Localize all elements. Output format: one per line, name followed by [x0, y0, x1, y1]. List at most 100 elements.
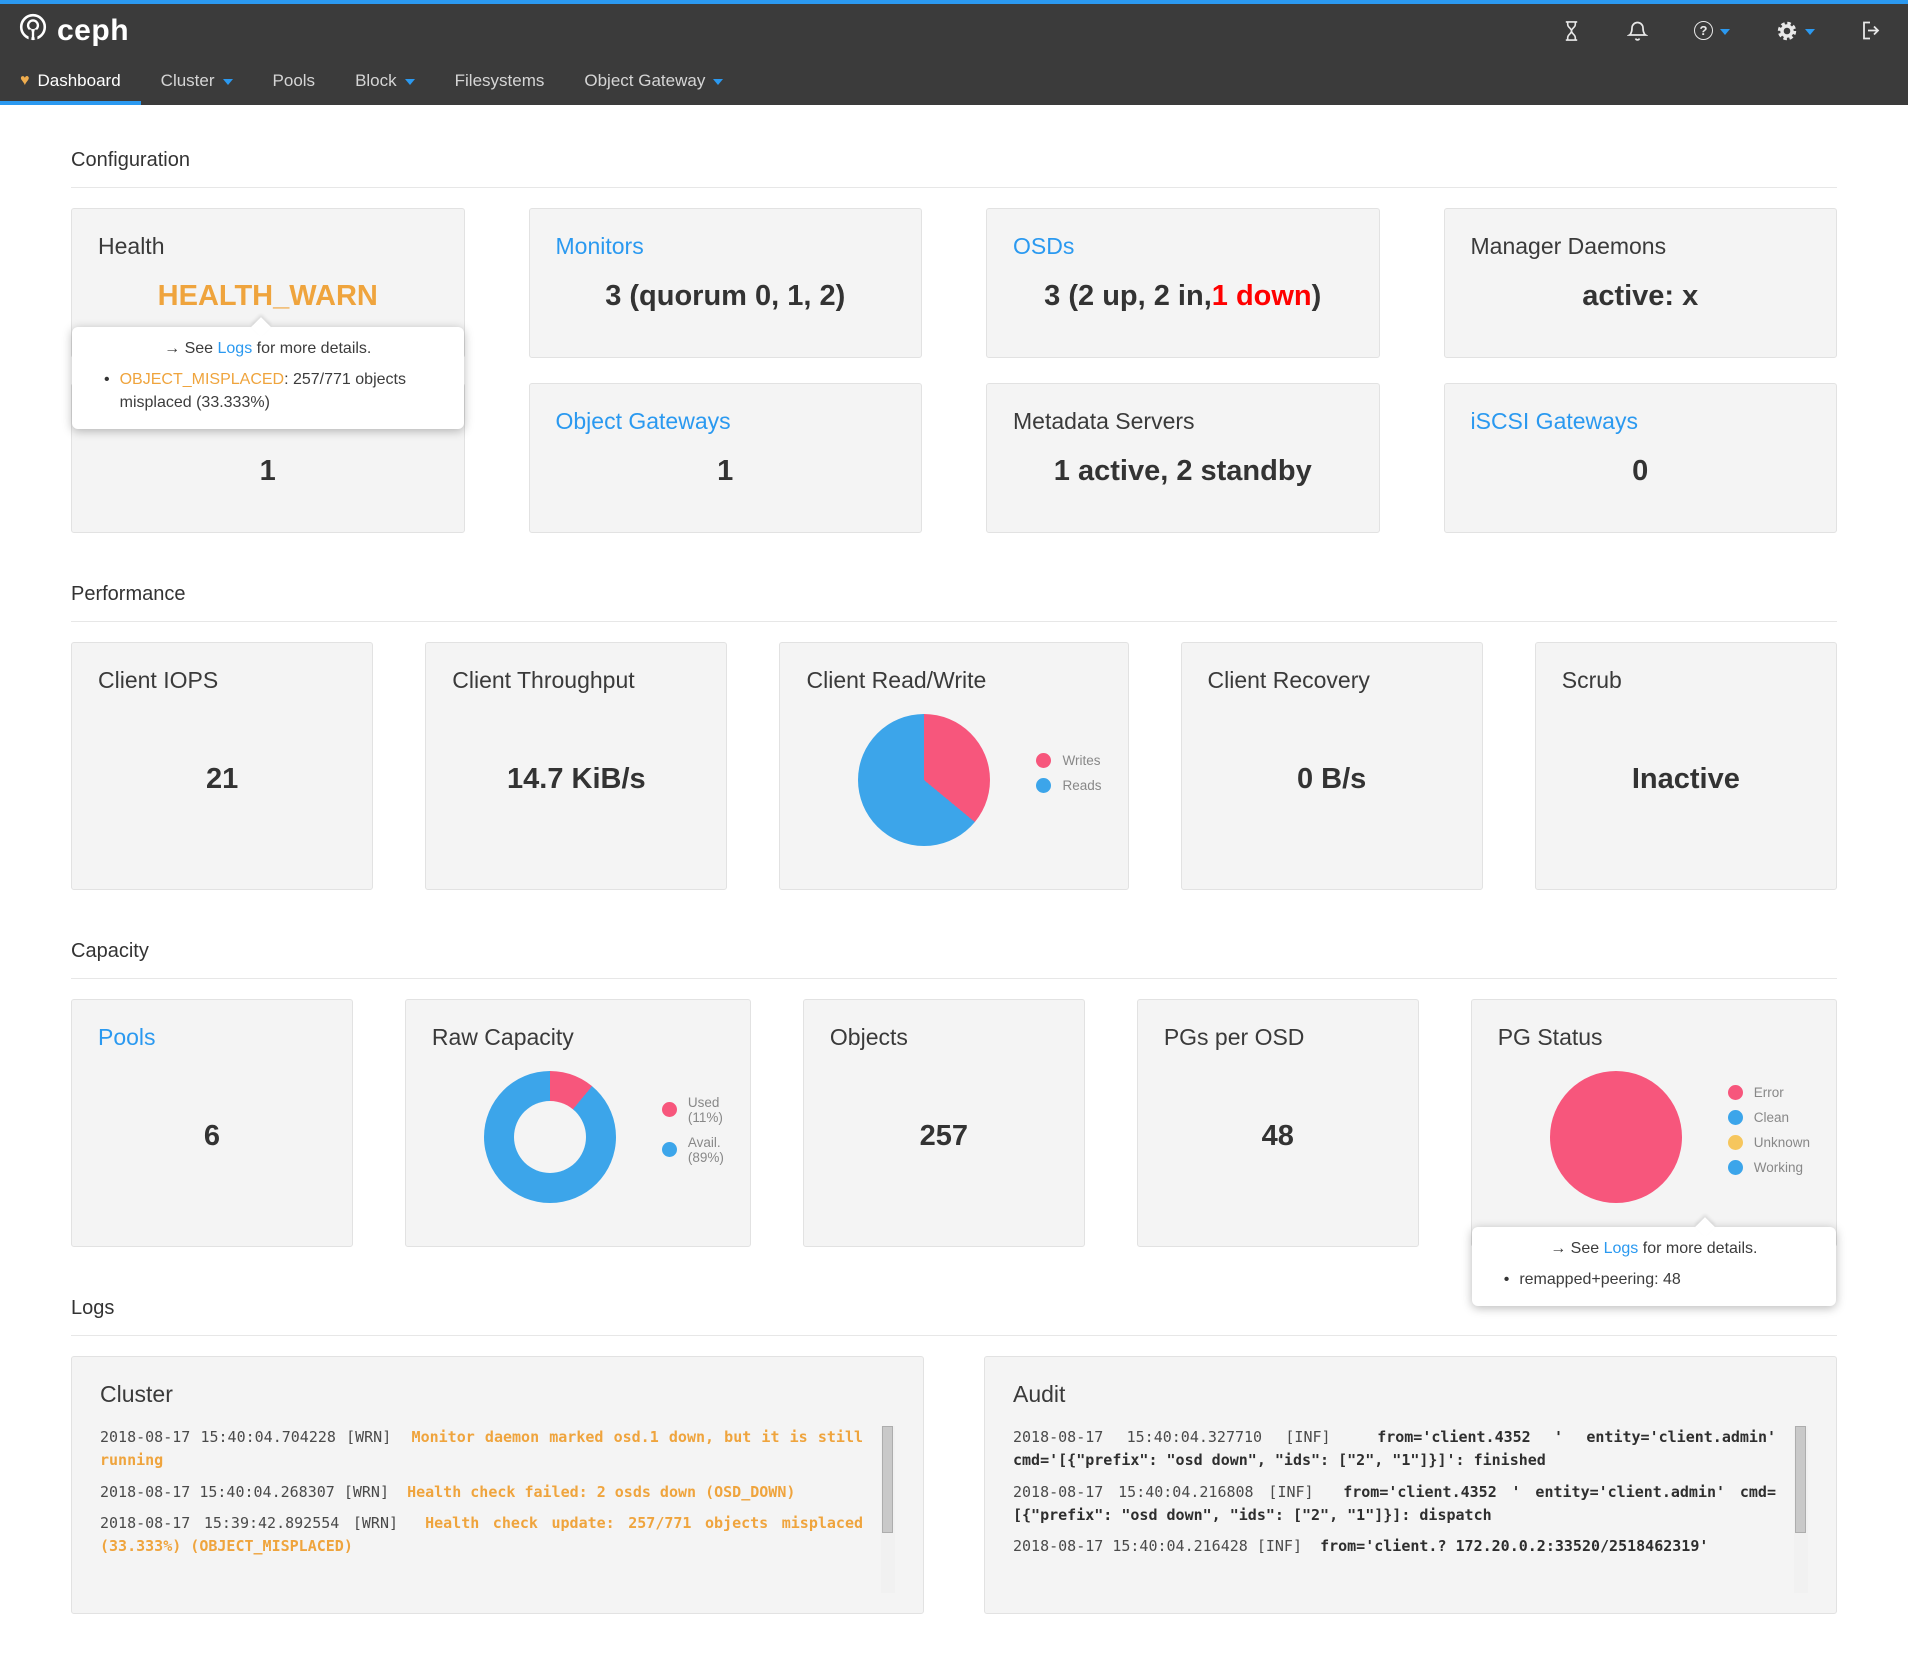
- nav-item-pools[interactable]: Pools: [253, 57, 336, 105]
- client-recovery-value: 0 B/s: [1208, 694, 1456, 865]
- card-iscsi-gateways: iSCSI Gateways 0: [1444, 383, 1838, 533]
- card-monitors: Monitors 3 (quorum 0, 1, 2): [529, 208, 923, 358]
- logs-link[interactable]: Logs: [1604, 1240, 1639, 1257]
- card-title-monitors[interactable]: Monitors: [556, 233, 896, 260]
- pg-status-pie-chart: [1550, 1071, 1682, 1203]
- nav-item-filesystems[interactable]: Filesystems: [435, 57, 565, 105]
- card-title-iscsi-gateways[interactable]: iSCSI Gateways: [1471, 408, 1811, 435]
- nav-item-cluster[interactable]: Cluster: [141, 57, 253, 105]
- audit-log-title: Audit: [1013, 1381, 1808, 1408]
- hosts-value: 1: [98, 435, 438, 508]
- help-icon[interactable]: ?: [1694, 21, 1730, 40]
- nav-item-block[interactable]: Block: [335, 57, 435, 105]
- scrollbar-thumb[interactable]: [882, 1426, 893, 1533]
- gear-icon[interactable]: [1776, 20, 1815, 42]
- logs-link[interactable]: Logs: [218, 340, 253, 357]
- audit-log-body: 2018-08-17 15:40:04.327710 [INF] from='c…: [1013, 1426, 1808, 1593]
- unknown-legend-dot: [1728, 1135, 1743, 1150]
- nav-item-object-gateway[interactable]: Object Gateway: [564, 57, 743, 105]
- scrollbar-track[interactable]: [881, 1426, 895, 1593]
- card-object-gateways: Object Gateways 1: [529, 383, 923, 533]
- card-pools: Pools 6: [71, 999, 353, 1247]
- card-title-metadata-servers: Metadata Servers: [1013, 408, 1353, 435]
- card-raw-capacity: Raw Capacity Used (11%) Avail. (89%): [405, 999, 751, 1247]
- writes-legend-dot: [1036, 753, 1051, 768]
- card-objects: Objects 257: [803, 999, 1085, 1247]
- section-title: Capacity: [71, 940, 1837, 979]
- avail-legend-dot: [662, 1142, 677, 1157]
- card-client-recovery: Client Recovery 0 B/s: [1181, 642, 1483, 890]
- manager-daemons-value: active: x: [1471, 260, 1811, 333]
- scrub-value: Inactive: [1562, 694, 1810, 865]
- pg-status-popover: → See Logs for more details. • remapped+…: [1472, 1227, 1836, 1306]
- brand-text: ceph: [57, 14, 129, 48]
- card-title-manager-daemons: Manager Daemons: [1471, 233, 1811, 260]
- card-title-pools[interactable]: Pools: [98, 1024, 326, 1051]
- log-entry: 2018-08-17 15:40:04.704228 [WRN] Monitor…: [100, 1426, 863, 1473]
- client-throughput-value: 14.7 KiB/s: [452, 694, 700, 865]
- hourglass-icon[interactable]: [1562, 20, 1581, 42]
- clean-legend-dot: [1728, 1110, 1743, 1125]
- section-performance: Performance Client IOPS 21 Client Throug…: [71, 583, 1837, 890]
- nav-item-dashboard[interactable]: ♥ Dashboard: [0, 57, 141, 105]
- log-entry: 2018-08-17 15:40:04.268307 [WRN] Health …: [100, 1481, 863, 1504]
- card-pg-status: PG Status Error Clean Unknown Working → …: [1471, 999, 1837, 1247]
- reads-legend-dot: [1036, 778, 1051, 793]
- heartbeat-icon: ♥: [20, 73, 30, 89]
- section-title: Performance: [71, 583, 1837, 622]
- scrollbar-thumb[interactable]: [1795, 1426, 1806, 1533]
- log-entry: 2018-08-17 15:40:04.216428 [INF] from='c…: [1013, 1535, 1776, 1558]
- pgs-per-osd-value: 48: [1164, 1051, 1392, 1222]
- caret-down-icon: [713, 79, 723, 85]
- objects-value: 257: [830, 1051, 1058, 1222]
- osds-value: 3 (2 up, 2 in, 1 down): [1013, 260, 1353, 333]
- scrollbar-track[interactable]: [1794, 1426, 1808, 1593]
- card-health: Health HEALTH_WARN → See Logs for more d…: [71, 208, 465, 358]
- log-entry: 2018-08-17 15:40:04.327710 [INF] from='c…: [1013, 1426, 1776, 1473]
- error-legend-dot: [1728, 1085, 1743, 1100]
- log-entry: 2018-08-17 15:40:04.216808 [INF] from='c…: [1013, 1481, 1776, 1528]
- health-warning-item: • OBJECT_MISPLACED: 257/771 objects misp…: [90, 368, 446, 414]
- section-capacity: Capacity Pools 6 Raw Capacity Used (11%)…: [71, 940, 1837, 1247]
- card-client-throughput: Client Throughput 14.7 KiB/s: [425, 642, 727, 890]
- client-read-write-pie-chart: [858, 714, 990, 846]
- section-configuration: Configuration Health HEALTH_WARN → See L…: [71, 149, 1837, 533]
- main-nav: ♥ Dashboard Cluster Pools Block Filesyst…: [0, 57, 1908, 105]
- card-title-object-gateways[interactable]: Object Gateways: [556, 408, 896, 435]
- caret-down-icon: [223, 79, 233, 85]
- audit-log-card: Audit 2018-08-17 15:40:04.327710 [INF] f…: [984, 1356, 1837, 1614]
- card-pgs-per-osd: PGs per OSD 48: [1137, 999, 1419, 1247]
- raw-capacity-donut-chart: [484, 1071, 616, 1203]
- osds-down-count: 1 down: [1212, 280, 1312, 313]
- ceph-logo-icon: [18, 12, 48, 50]
- cluster-log-card: Cluster 2018-08-17 15:40:04.704228 [WRN]…: [71, 1356, 924, 1614]
- pools-value: 6: [98, 1051, 326, 1222]
- caret-down-icon: [1805, 29, 1815, 35]
- raw-capacity-legend: Used (11%) Avail. (89%): [662, 1095, 724, 1165]
- ceph-brand[interactable]: ceph: [18, 12, 129, 50]
- client-read-write-legend: Writes Reads: [1036, 753, 1101, 793]
- card-scrub: Scrub Inactive: [1535, 642, 1837, 890]
- bell-icon[interactable]: [1627, 20, 1648, 42]
- pg-status-item: • remapped+peering: 48: [1490, 1268, 1818, 1291]
- used-legend-dot: [662, 1102, 677, 1117]
- health-status: HEALTH_WARN: [158, 280, 378, 313]
- caret-down-icon: [405, 79, 415, 85]
- card-title-osds[interactable]: OSDs: [1013, 233, 1353, 260]
- sign-out-icon[interactable]: [1861, 20, 1882, 41]
- card-metadata-servers: Metadata Servers 1 active, 2 standby: [986, 383, 1380, 533]
- metadata-servers-value: 1 active, 2 standby: [1013, 435, 1353, 508]
- iscsi-gateways-value: 0: [1471, 435, 1811, 508]
- client-iops-value: 21: [98, 694, 346, 865]
- cluster-log-title: Cluster: [100, 1381, 895, 1408]
- log-entry: 2018-08-17 15:39:42.892554 [WRN] Health …: [100, 1512, 863, 1559]
- caret-down-icon: [1720, 29, 1730, 35]
- pg-status-legend: Error Clean Unknown Working: [1728, 1085, 1810, 1175]
- monitors-value: 3 (quorum 0, 1, 2): [556, 260, 896, 333]
- object-gateways-value: 1: [556, 435, 896, 508]
- working-legend-dot: [1728, 1160, 1743, 1175]
- card-osds: OSDs 3 (2 up, 2 in, 1 down): [986, 208, 1380, 358]
- card-title-health: Health: [98, 233, 438, 260]
- section-title: Configuration: [71, 149, 1837, 188]
- card-client-iops: Client IOPS 21: [71, 642, 373, 890]
